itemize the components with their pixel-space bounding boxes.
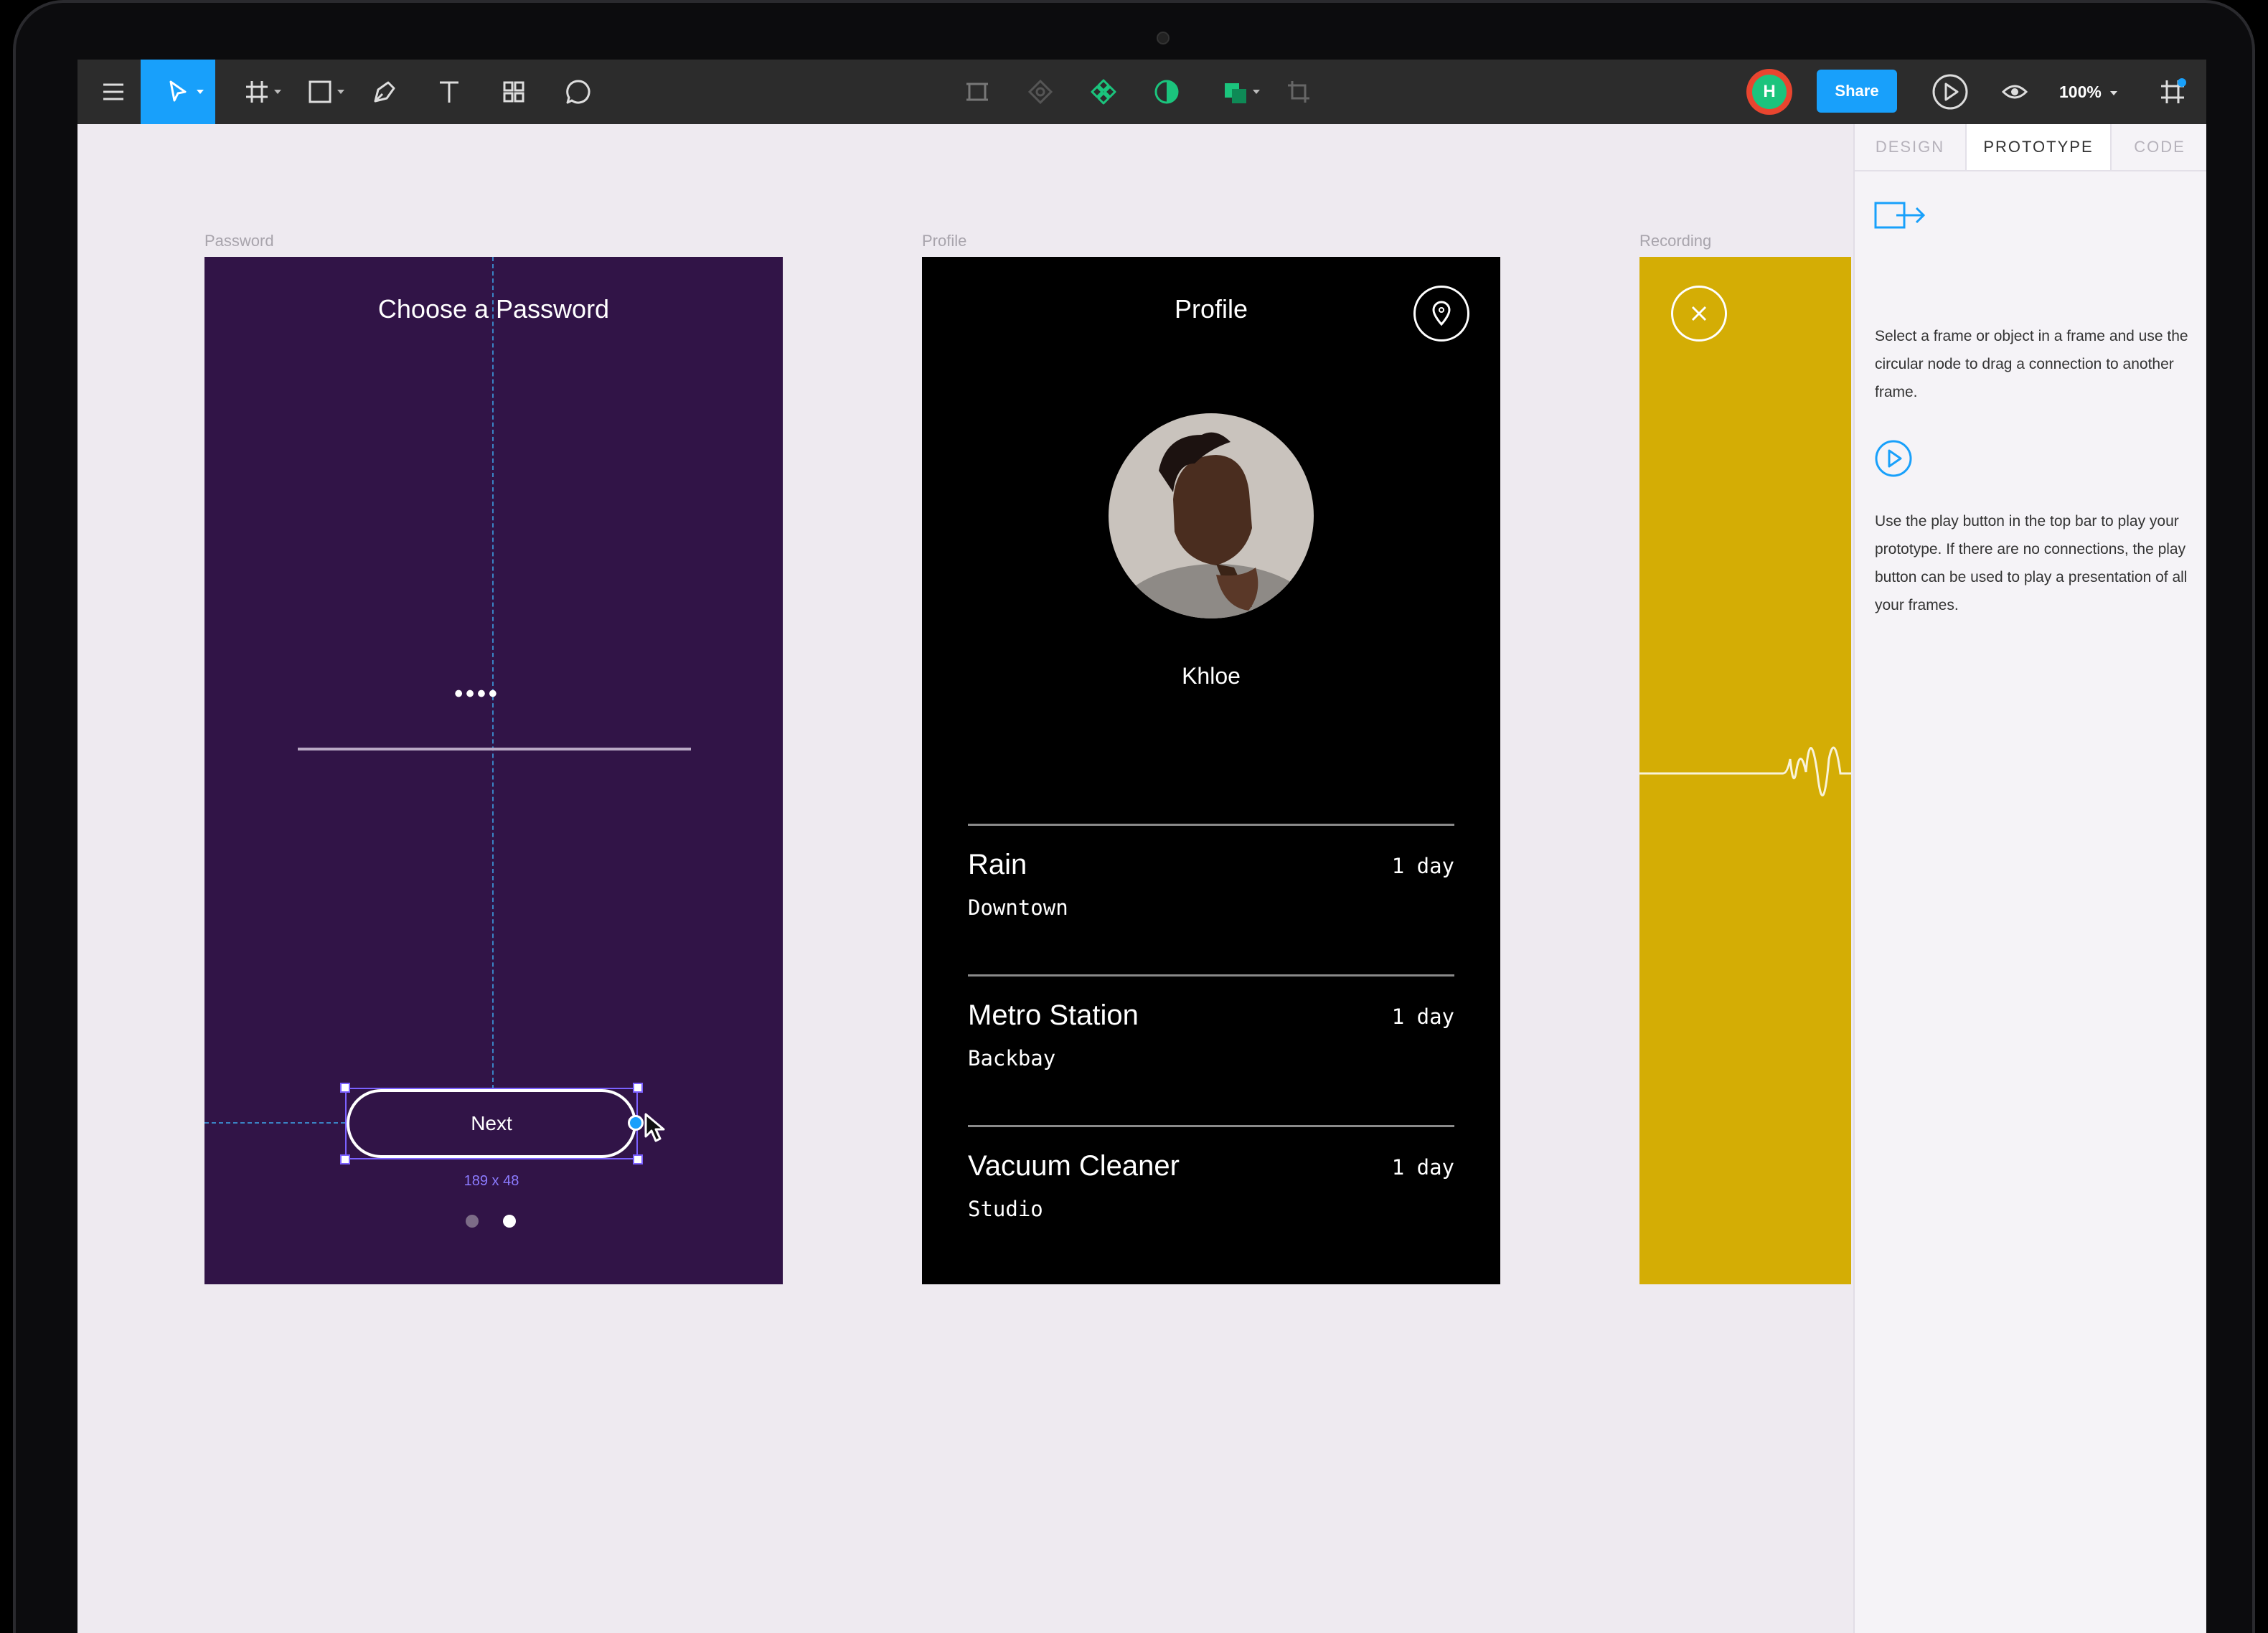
item-time: 1 day <box>1391 1155 1454 1180</box>
zoom-dropdown[interactable]: 100% <box>2059 60 2117 124</box>
waveform <box>1639 746 1851 797</box>
tab-prototype[interactable]: PROTOTYPE <box>1965 124 2112 170</box>
pen-icon[interactable] <box>356 60 413 124</box>
move-icon <box>169 80 187 102</box>
item-subtitle: Backbay <box>968 1046 1056 1070</box>
selection-box <box>345 1088 638 1159</box>
frame-label-profile[interactable]: Profile <box>922 232 966 250</box>
crop-icon[interactable] <box>1276 60 1322 124</box>
location-pin-icon <box>1432 301 1451 326</box>
page-dot-active[interactable] <box>503 1215 516 1228</box>
frame-label-recording[interactable]: Recording <box>1639 232 1711 250</box>
alignment-guide-horizontal <box>204 1122 345 1124</box>
password-title: Choose a Password <box>377 294 610 324</box>
fill-icon[interactable] <box>1207 60 1264 124</box>
text-icon[interactable] <box>420 60 478 124</box>
item-title[interactable]: Vacuum Cleaner <box>968 1150 1180 1182</box>
item-title[interactable]: Metro Station <box>968 999 1139 1032</box>
create-component-icon[interactable] <box>954 60 1000 124</box>
divider <box>968 974 1454 976</box>
toolbar: H Share 100% <box>77 60 2206 124</box>
resize-handle[interactable] <box>340 1154 350 1164</box>
share-button[interactable]: Share <box>1817 70 1897 113</box>
page-dot[interactable] <box>466 1215 479 1228</box>
location-pin-button[interactable] <box>1413 286 1469 342</box>
figma-screen: H Share 100% Password Profile Recording … <box>77 60 2206 1633</box>
comment-icon[interactable] <box>550 60 607 124</box>
frame-settings-icon[interactable] <box>2144 60 2201 124</box>
prototype-tip-play: Use the play button in the top bar to pl… <box>1875 513 2188 613</box>
close-button[interactable] <box>1671 286 1727 342</box>
password-underline <box>298 748 691 750</box>
connection-node[interactable] <box>628 1115 644 1131</box>
component-icon[interactable] <box>1081 60 1126 124</box>
shape-icon <box>309 80 331 103</box>
password-dots: •••• <box>454 680 500 707</box>
divider <box>968 824 1454 826</box>
profile-frame[interactable]: Profile Khloe Rain 1 day Downtown Metro … <box>922 257 1500 1284</box>
camera <box>1157 32 1170 44</box>
panel-tabs: DESIGN PROTOTYPE CODE <box>1855 124 2206 171</box>
eye-icon[interactable] <box>1987 60 2042 124</box>
components-icon[interactable] <box>485 60 542 124</box>
item-title[interactable]: Rain <box>968 849 1027 881</box>
recording-frame[interactable] <box>1639 257 1851 1284</box>
menu-icon[interactable] <box>85 60 142 124</box>
prototype-tip-connections: Select a frame or object in a frame and … <box>1875 328 2188 400</box>
zoom-level: 100% <box>2059 82 2102 101</box>
user-avatar[interactable]: H <box>1746 69 1792 115</box>
resize-handle[interactable] <box>340 1083 350 1093</box>
frame-icon <box>246 81 268 103</box>
boolean-icon[interactable] <box>1017 60 1063 124</box>
profile-name: Khloe <box>1182 663 1241 689</box>
item-time: 1 day <box>1391 854 1454 878</box>
mask-icon[interactable] <box>1144 60 1190 124</box>
item-time: 1 day <box>1391 1004 1454 1029</box>
close-icon <box>1691 306 1707 321</box>
password-frame[interactable]: Choose a Password •••• Next 189 x 48 <box>204 257 783 1284</box>
frame-label-password[interactable]: Password <box>204 232 274 250</box>
resize-handle[interactable] <box>633 1154 643 1164</box>
avatar-initial: H <box>1752 75 1787 109</box>
item-subtitle: Studio <box>968 1197 1043 1221</box>
resize-handle[interactable] <box>633 1083 643 1093</box>
size-readout: 189 x 48 <box>464 1173 519 1189</box>
play-icon[interactable] <box>1923 60 1977 124</box>
frame-tool-button[interactable] <box>228 60 286 124</box>
divider <box>968 1125 1454 1127</box>
profile-photo <box>1109 413 1314 618</box>
shape-tool-button[interactable] <box>291 60 349 124</box>
cursor-icon <box>644 1113 665 1142</box>
tab-code[interactable]: CODE <box>2112 124 2206 170</box>
move-tool-button[interactable] <box>141 60 215 124</box>
tab-design[interactable]: DESIGN <box>1855 124 1965 170</box>
play-icon <box>1875 440 1912 477</box>
connection-icon <box>1874 202 1926 229</box>
alignment-guide-vertical <box>492 257 494 1089</box>
item-subtitle: Downtown <box>968 895 1068 920</box>
properties-panel: DESIGN PROTOTYPE CODE Select a frame or … <box>1853 124 2206 1633</box>
